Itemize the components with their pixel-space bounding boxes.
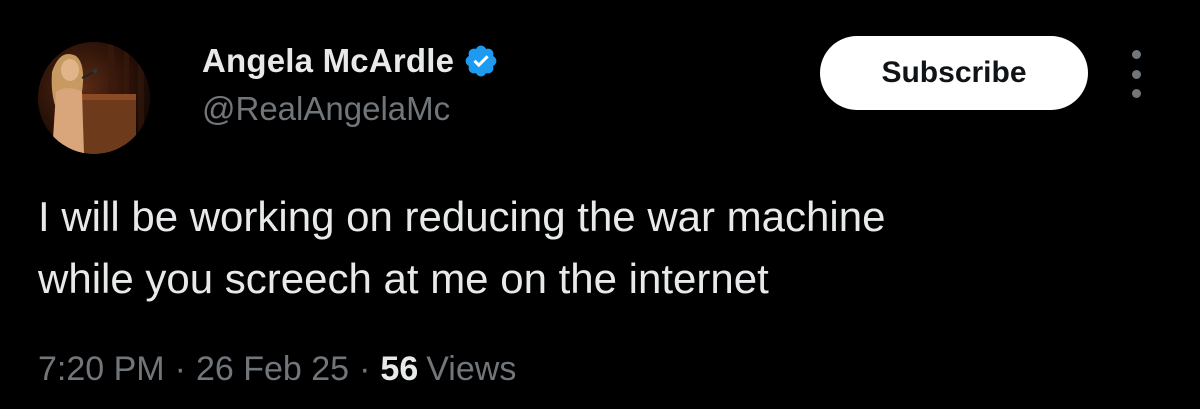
tweet-date[interactable]: 26 Feb 25 [196, 350, 349, 389]
avatar-photo [38, 42, 150, 154]
author-handle[interactable]: @RealAngelaMc [202, 90, 450, 128]
meta-separator: · [359, 350, 371, 388]
ellipsis-dot [1131, 69, 1141, 79]
views-label[interactable]: Views [426, 350, 516, 389]
meta-separator: · [174, 350, 186, 388]
ellipsis-dot [1131, 50, 1141, 59]
author-name-row: Angela McArdle [202, 40, 499, 82]
views-count[interactable]: 56 [380, 350, 418, 389]
subscribe-button[interactable]: Subscribe [820, 36, 1088, 110]
avatar[interactable] [38, 42, 150, 154]
tweet-meta: 7:20 PM · 26 Feb 25 · 56 Views [38, 350, 516, 389]
verified-badge-icon [463, 43, 499, 79]
tweet-text: I will be working on reducing the war ma… [38, 186, 1158, 310]
tweet-text-line: I will be working on reducing the war ma… [38, 193, 886, 240]
tweet-text-line: while you screech at me on the internet [38, 255, 769, 302]
ellipsis-dot [1131, 89, 1141, 98]
vertical-ellipsis-icon[interactable] [1124, 50, 1148, 98]
tweet-card: Angela McArdle @RealAngelaMc Subscribe I… [0, 0, 1200, 409]
display-name[interactable]: Angela McArdle [202, 42, 454, 80]
tweet-time[interactable]: 7:20 PM [38, 350, 165, 389]
